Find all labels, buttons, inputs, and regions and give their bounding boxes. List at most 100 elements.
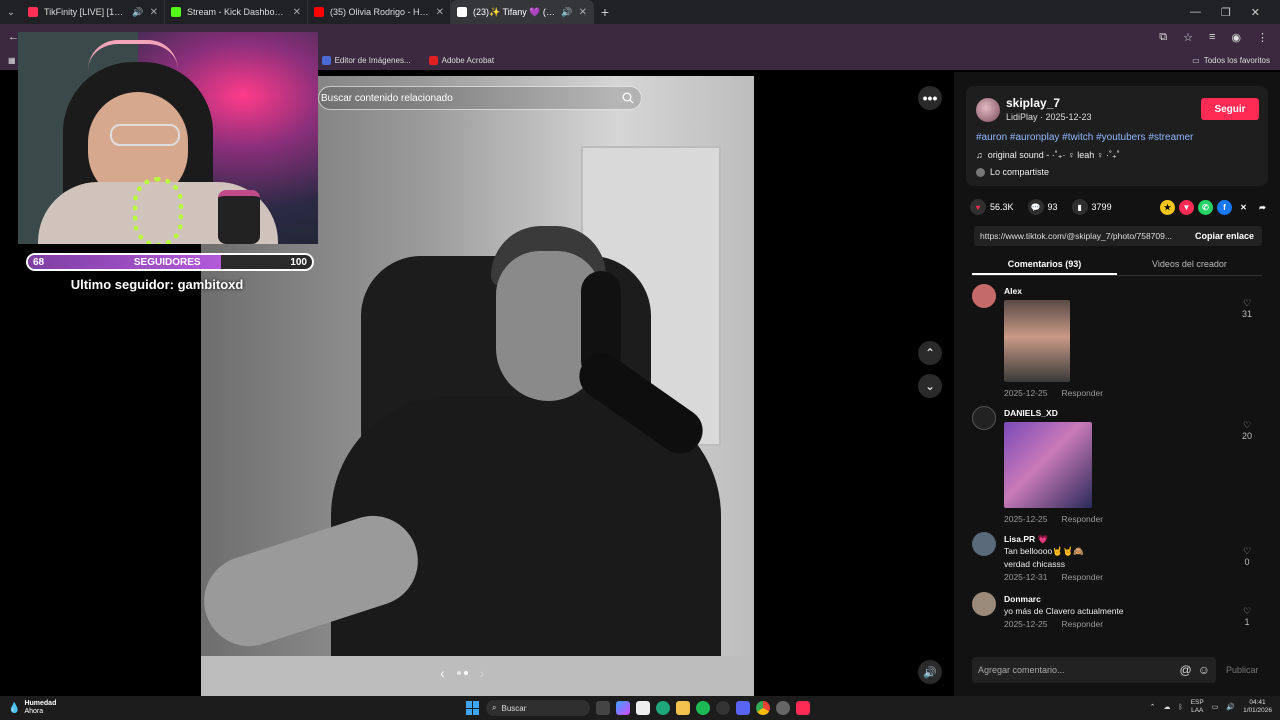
next-post-button[interactable]: ⌄ xyxy=(918,374,942,398)
share-arrow-icon[interactable]: ➦ xyxy=(1255,200,1270,215)
bookmark-acrobat[interactable]: Adobe Acrobat xyxy=(428,55,494,65)
avatar[interactable] xyxy=(976,98,1000,122)
comment-like[interactable]: ♡ 31 xyxy=(1240,298,1254,319)
follow-button[interactable]: Seguir xyxy=(1201,98,1259,120)
discord-icon[interactable] xyxy=(736,701,750,715)
weather-widget[interactable]: 💧 Humedad Ahora xyxy=(0,700,200,716)
goal-end: 100 xyxy=(290,256,307,268)
comment-username[interactable]: DANIELS_XD xyxy=(1004,408,1058,418)
whatsapp-icon[interactable]: ✆ xyxy=(1198,199,1213,215)
copy-link-button[interactable]: Copiar enlace xyxy=(1187,231,1262,241)
close-icon[interactable]: ✕ xyxy=(150,7,158,18)
reply-button[interactable]: Responder xyxy=(1061,619,1103,629)
chevron-left-icon[interactable]: ‹ xyxy=(440,665,445,681)
search-input[interactable]: Buscar contenido relacionado xyxy=(321,93,619,104)
clock[interactable]: 04:41 1/01/2026 xyxy=(1243,699,1272,715)
new-tab-button[interactable]: + xyxy=(594,4,616,20)
comment-username[interactable]: Donmarc xyxy=(1004,594,1041,604)
avatar[interactable] xyxy=(972,406,996,430)
avatar[interactable] xyxy=(972,532,996,556)
carousel-dot[interactable] xyxy=(456,671,461,675)
windows-start-icon[interactable] xyxy=(466,701,480,715)
comment-like[interactable]: ♡ 1 xyxy=(1240,606,1254,627)
comment-image[interactable] xyxy=(1004,422,1092,508)
mention-icon[interactable]: @ xyxy=(1180,663,1192,677)
comment-username[interactable]: Alex xyxy=(1004,286,1022,296)
close-icon[interactable]: ✕ xyxy=(579,7,587,18)
chevron-right-icon[interactable]: › xyxy=(480,665,485,681)
coin-icon[interactable]: ★ xyxy=(1160,199,1175,215)
comment-action[interactable]: 💬 93 xyxy=(1027,199,1058,215)
task-view-icon[interactable] xyxy=(596,701,610,715)
reply-button[interactable]: Responder xyxy=(1061,388,1103,398)
close-icon[interactable]: ✕ xyxy=(293,7,301,18)
file-explorer-icon[interactable] xyxy=(676,701,690,715)
bookmark-editor[interactable]: Editor de Imágenes... xyxy=(321,55,411,65)
apps-grid-icon[interactable]: ▦ xyxy=(8,56,16,65)
settings-gear-icon[interactable] xyxy=(776,701,790,715)
chevron-up-icon[interactable]: ⌃ xyxy=(1150,703,1156,711)
hashtags[interactable]: #auron #auronplay #twitch #youtubers #st… xyxy=(976,132,1193,143)
browser-tab-kick[interactable]: Stream - Kick Dashboard ✕ xyxy=(165,0,308,24)
edge-icon[interactable] xyxy=(656,701,670,715)
editor-icon xyxy=(321,55,331,65)
close-window-icon[interactable]: ✕ xyxy=(1251,6,1260,19)
tab-search-chevron-icon[interactable]: ⌄ xyxy=(0,0,22,24)
carousel-dot[interactable] xyxy=(463,671,468,675)
maximize-icon[interactable]: ❐ xyxy=(1221,6,1231,19)
browser-tab-tikfinity[interactable]: TikFinity [LIVE] [10 Viewers] 🔊 ✕ xyxy=(22,0,165,24)
browser-tab-youtube[interactable]: (35) Olivia Rodrigo - Happier | ✕ xyxy=(308,0,451,24)
cloud-icon[interactable]: ☁ xyxy=(1164,703,1171,711)
facebook-icon[interactable]: f xyxy=(1217,199,1232,215)
browser-tab-tiktok[interactable]: (23)✨ Tifany 💜 (@tifany. 🔊 ✕ xyxy=(451,0,594,24)
profile-icon[interactable]: ◉ xyxy=(1231,31,1241,44)
tab-creator-videos[interactable]: Videos del creador xyxy=(1117,254,1262,275)
copilot-icon[interactable] xyxy=(616,701,630,715)
author-name[interactable]: skiplay_7 xyxy=(1006,96,1060,110)
post-link[interactable]: https://www.tiktok.com/@skiplay_7/photo/… xyxy=(974,231,1187,241)
reply-button[interactable]: Responder xyxy=(1061,572,1103,582)
x-icon[interactable]: ✕ xyxy=(1236,200,1251,215)
tab-comments[interactable]: Comentarios (93) xyxy=(972,254,1117,275)
speaker-icon[interactable]: 🔊 xyxy=(561,7,572,18)
bookmark-star-icon[interactable]: ☆ xyxy=(1183,31,1193,44)
reply-button[interactable]: Responder xyxy=(1061,514,1103,524)
search-icon[interactable] xyxy=(619,89,637,107)
volume-button[interactable]: 🔊 xyxy=(918,660,942,684)
save-action[interactable]: ▮ 3799 xyxy=(1071,199,1112,215)
related-search-box[interactable]: Buscar contenido relacionado xyxy=(318,86,642,110)
speaker-icon[interactable]: 🔊 xyxy=(132,7,143,18)
menu-dots-icon[interactable]: ⋮ xyxy=(1257,31,1268,44)
emoji-icon[interactable]: ☺ xyxy=(1198,663,1210,677)
browser-tab-strip: ⌄ TikFinity [LIVE] [10 Viewers] 🔊 ✕ Stre… xyxy=(0,0,1280,24)
comment-like[interactable]: ♡ 0 xyxy=(1240,546,1254,567)
minimize-icon[interactable]: — xyxy=(1190,6,1201,19)
kick-icon xyxy=(171,7,181,17)
bookmark-all-favorites[interactable]: ▭ Todos los favoritos xyxy=(1192,56,1280,65)
sound-row[interactable]: ♫ original sound - ·˚₊· ♀ leah ♀ ·˚₊˚ xyxy=(976,150,1120,161)
like-action[interactable]: ♥ 56.3K xyxy=(970,199,1014,215)
cast-icon[interactable]: ⧉ xyxy=(1159,31,1167,44)
obs-icon[interactable] xyxy=(716,701,730,715)
volume-icon[interactable]: 🔊 xyxy=(1226,703,1235,711)
taskbar-search[interactable]: ⌕ Buscar xyxy=(486,700,590,716)
publish-button[interactable]: Publicar xyxy=(1226,665,1259,675)
spotify-icon[interactable] xyxy=(696,701,710,715)
comment-input[interactable]: Agregar comentario... @ ☺ xyxy=(972,657,1216,683)
bluetooth-icon[interactable]: ᛒ xyxy=(1179,704,1183,711)
media-controls-icon[interactable]: ≡ xyxy=(1209,31,1215,44)
language-indicator[interactable]: ESP LAA xyxy=(1191,699,1204,715)
avatar[interactable] xyxy=(972,284,996,308)
avatar[interactable] xyxy=(972,592,996,616)
more-options-button[interactable]: ••• xyxy=(918,86,942,110)
store-icon[interactable] xyxy=(636,701,650,715)
comment-image[interactable] xyxy=(1004,300,1070,382)
close-icon[interactable]: ✕ xyxy=(436,7,444,18)
chrome-icon[interactable] xyxy=(756,701,770,715)
comment-username[interactable]: Lisa.PR 💗 xyxy=(1004,534,1048,545)
tiktok-icon[interactable] xyxy=(796,701,810,715)
comment-like[interactable]: ♡ 20 xyxy=(1240,420,1254,441)
repost-icon[interactable]: ▼ xyxy=(1179,199,1194,215)
network-icon[interactable]: ▭ xyxy=(1212,703,1219,711)
previous-post-button[interactable]: ⌃ xyxy=(918,341,942,365)
